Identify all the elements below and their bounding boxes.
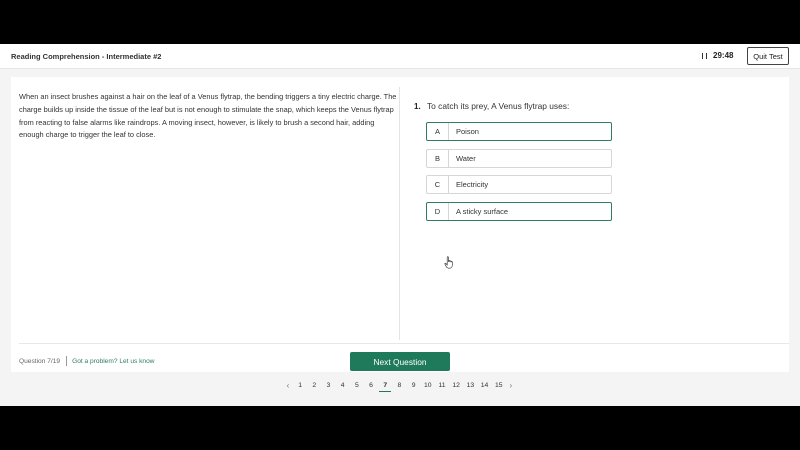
page-7-current[interactable]: 7: [378, 382, 392, 392]
question-text: To catch its prey, A Venus flytrap uses:: [427, 101, 570, 111]
question-number: 1.: [414, 102, 421, 111]
page-5[interactable]: 5: [350, 382, 364, 389]
pagination: ‹ 1 2 3 4 5 6 7 8 9 10 11 12 13 14 15 ›: [283, 381, 516, 392]
page-6[interactable]: 6: [364, 382, 378, 389]
option-d[interactable]: D A sticky surface: [426, 202, 612, 222]
app-viewport: Reading Comprehension - Intermediate #2 …: [0, 44, 800, 406]
option-text: Water: [456, 153, 476, 163]
timer: 29:48: [702, 51, 733, 60]
hand-cursor-icon: [444, 256, 453, 269]
option-b[interactable]: B Water: [426, 148, 612, 168]
page-11[interactable]: 11: [435, 382, 449, 389]
quit-test-button[interactable]: Quit Test: [747, 47, 789, 65]
question-progress: Question 7/19: [19, 357, 61, 365]
page-8[interactable]: 8: [392, 382, 406, 389]
page-1[interactable]: 1: [293, 382, 307, 389]
column-divider: [399, 87, 400, 340]
chevron-right-icon[interactable]: ›: [506, 381, 516, 390]
page-13[interactable]: 13: [463, 382, 477, 389]
chevron-left-icon[interactable]: ‹: [283, 381, 293, 390]
page-15[interactable]: 15: [492, 382, 506, 389]
passage-text: When an insect brushes against a hair on…: [19, 92, 397, 140]
page-10[interactable]: 10: [421, 382, 435, 389]
separator: [66, 356, 68, 366]
footer-info: Question 7/19 Got a problem? Let us know: [19, 356, 155, 366]
option-text: Poison: [456, 127, 479, 136]
top-bar: Reading Comprehension - Intermediate #2 …: [0, 44, 800, 69]
page-2[interactable]: 2: [307, 382, 321, 389]
timer-value: 29:48: [713, 51, 734, 60]
test-title: Reading Comprehension - Intermediate #2: [11, 52, 162, 61]
option-a[interactable]: A Poison: [426, 122, 612, 141]
page-3[interactable]: 3: [321, 382, 335, 389]
pause-icon[interactable]: [702, 52, 707, 59]
option-letter: D: [427, 203, 449, 221]
option-letter: C: [427, 176, 449, 194]
option-letter: A: [427, 123, 449, 140]
option-c[interactable]: C Electricity: [426, 175, 612, 195]
question-card: When an insect brushes against a hair on…: [11, 77, 789, 372]
option-letter: B: [427, 149, 449, 167]
page-14[interactable]: 14: [477, 382, 491, 389]
page-4[interactable]: 4: [336, 382, 350, 389]
option-text: A sticky surface: [456, 207, 509, 217]
next-question-button[interactable]: Next Question: [350, 352, 450, 371]
page-9[interactable]: 9: [407, 382, 421, 389]
answer-options: A Poison B Water C Electricity D A stick…: [426, 122, 612, 229]
option-text: Electricity: [456, 180, 489, 190]
page-12[interactable]: 12: [449, 382, 463, 389]
footer-divider: [19, 343, 789, 344]
report-problem-link[interactable]: Got a problem? Let us know: [72, 358, 154, 365]
